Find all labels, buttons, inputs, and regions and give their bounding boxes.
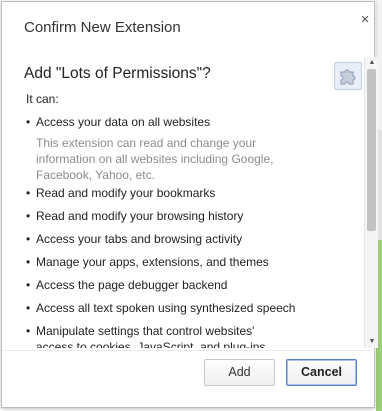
puzzle-piece-icon [334,62,362,90]
scroll-thumb[interactable] [367,69,376,231]
cancel-button[interactable]: Cancel [286,359,357,386]
permission-item: • Manage your apps, extensions, and theme… [26,254,326,270]
dialog-heading: Add "Lots of Permissions"? [24,65,211,82]
bullet: • [26,115,31,129]
permissions-content: Add "Lots of Permissions"? It can: • Acce… [14,57,364,348]
permission-item: • Manipulate settings that control websit… [26,323,326,339]
permission-detail: This extension can read and change your … [36,136,274,182]
bullet: • [26,301,31,315]
bullet: • [26,255,31,269]
permission-label: Read and modify your bookmarks [36,186,216,200]
confirm-extension-dialog: Confirm New Extension × Add "Lots of Per… [1,1,378,408]
scroll-up-arrow-icon[interactable]: ▲ [365,57,379,69]
permission-label: Access your data on all websites [36,115,211,129]
permission-label: Manipulate settings that control website… [36,324,255,338]
permission-item-continued: access to cookies, JavaScript, and plug-… [36,339,336,348]
permission-label: Manage your apps, extensions, and themes [36,255,269,269]
permission-label: Access your tabs and browsing activity [36,232,243,246]
permission-item: • Access all text spoken using synthesize… [26,300,326,316]
permission-item: • Access your tabs and browsing activity [26,231,326,247]
dialog-title: Confirm New Extension [24,19,181,36]
content-scrollbar[interactable]: ▲ ▼ [364,57,378,348]
permission-item: • Read and modify your browsing history [26,208,326,224]
permissions-intro: It can: [26,92,59,106]
bullet: • [26,186,31,200]
bullet: • [26,209,31,223]
permission-label: Read and modify your browsing history [36,209,244,223]
permission-item: • Read and modify your bookmarks [26,185,326,201]
bullet: • [26,232,31,246]
scroll-down-arrow-icon[interactable]: ▼ [365,336,379,348]
bullet: • [26,324,31,338]
add-button[interactable]: Add [204,359,275,386]
permission-label: Access all text spoken using synthesized… [36,301,296,315]
footer-divider [2,350,376,351]
close-icon[interactable]: × [358,12,372,27]
permission-item: • Access the page debugger backend [26,277,326,293]
permission-label: Access the page debugger backend [36,278,228,292]
permission-item: • Access your data on all websites [26,114,326,130]
permission-label: access to cookies, JavaScript, and plug-… [36,340,266,348]
bullet: • [26,278,31,292]
